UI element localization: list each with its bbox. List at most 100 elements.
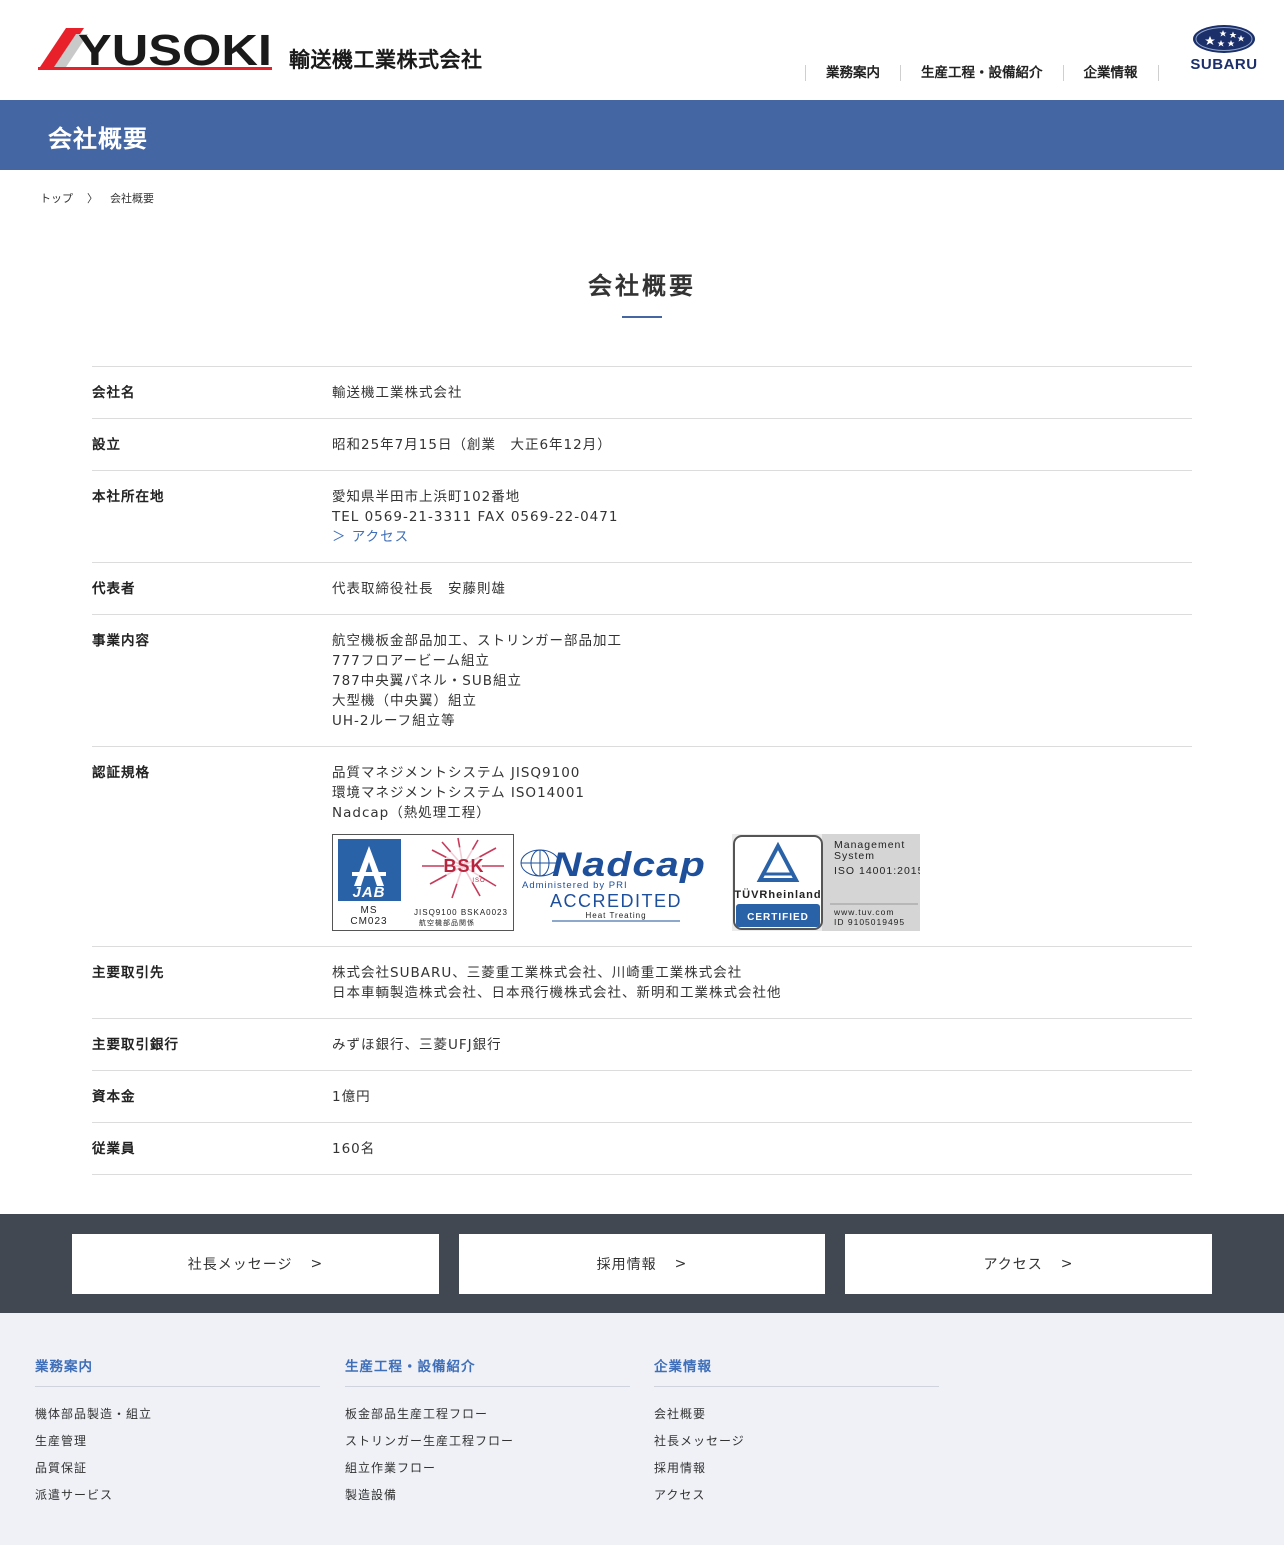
svg-text:JISQ9100 BSKA0023: JISQ9100 BSKA0023 [414,908,508,917]
footer-links: 機体部品製造・組立 生産管理 品質保証 派遣サービス [35,1401,320,1509]
value-line: Nadcap（熱処理工程） [332,805,491,821]
profile-row-company: 会社名 輸送機工業株式会社 [92,367,1192,419]
value-line: 代表取締役社長 安藤則雄 [332,581,506,597]
nadcap-accredited-logo: Nadcap Administered by PRI ACCREDITED He… [520,846,706,921]
access-button[interactable]: アクセス > [845,1234,1212,1294]
svg-text:ISO 14001:2015: ISO 14001:2015 [834,865,920,877]
value-line: みずほ銀行、三菱UFJ銀行 [332,1037,502,1053]
title-bar-heading: 会社概要 [48,125,148,153]
row-label: 会社名 [92,385,136,401]
footer-heading[interactable]: 業務案内 [35,1355,320,1387]
row-value: 品質マネジメントシステム JISQ9100 環境マネジメントシステム ISO14… [332,763,1192,931]
footer-link[interactable]: 組立作業フロー [345,1455,630,1482]
breadcrumb-current: 会社概要 [110,192,154,205]
company-name: 輸送機工業株式会社 [289,48,483,72]
svg-text:ACCREDITED: ACCREDITED [550,891,682,911]
svg-text:TÜVRheinland: TÜVRheinland [734,888,821,901]
nav-production[interactable]: 生産工程・設備紹介 [900,65,1063,81]
profile-row-established: 設立 昭和25年7月15日（創業 大正6年12月） [92,419,1192,471]
row-value: 昭和25年7月15日（創業 大正6年12月） [332,435,1192,455]
chevron-right-icon: > [310,1256,324,1272]
svg-text:Heat Treating: Heat Treating [585,911,646,920]
profile-row-employees: 従業員 160名 [92,1123,1192,1175]
value-line: 160名 [332,1141,376,1157]
logo-text: YUSOKI [78,26,272,72]
footer-link[interactable]: 品質保証 [35,1455,320,1482]
footer-links: 会社概要 社長メッセージ 採用情報 アクセス [654,1401,939,1509]
footer-link[interactable]: ストリンガー生産工程フロー [345,1428,630,1455]
value-line: 航空機板金部品加工、ストリンガー部品加工 [332,633,622,649]
message-button[interactable]: 社長メッセージ > [72,1234,439,1294]
footer-link[interactable]: 会社概要 [654,1401,939,1428]
jab-bsk-certification-logo: JAB MS CM023 BSK ISO JISQ9100 BSKA0023 航… [332,833,514,931]
footer-link[interactable]: 派遣サービス [35,1482,320,1509]
page-title: 会社概要 [588,272,696,300]
yusoki-logo[interactable]: YUSOKI [38,26,274,72]
global-nav: 業務案内 生産工程・設備紹介 企業情報 [805,63,1159,83]
certification-logos: JAB MS CM023 BSK ISO JISQ9100 BSKA0023 航… [332,833,1192,931]
site-header: YUSOKI 輸送機工業株式会社 業務案内 生産工程・設備紹介 企業情報 SUB… [0,0,1284,100]
recruit-button[interactable]: 採用情報 > [459,1234,825,1294]
value-line: 輸送機工業株式会社 [332,385,463,401]
subaru-wordmark: SUBARU [1190,56,1258,73]
heading-underline [622,316,662,318]
svg-text:航空機部品関係: 航空機部品関係 [419,918,475,927]
breadcrumb-home[interactable]: トップ [40,190,73,206]
svg-text:MS: MS [361,905,378,916]
footer-column-production: 生産工程・設備紹介 板金部品生産工程フロー ストリンガー生産工程フロー 組立作業… [345,1355,630,1509]
value-line: 日本車輌製造株式会社、日本飛行機株式会社、新明和工業株式会社他 [332,985,782,1001]
svg-text:BSK: BSK [443,856,484,876]
value-line: 環境マネジメントシステム ISO14001 [332,785,586,801]
footer-link[interactable]: 板金部品生産工程フロー [345,1401,630,1428]
related-links-band: 社長メッセージ > 採用情報 > アクセス > [0,1214,1284,1313]
breadcrumb: トップ 〉 会社概要 [40,190,154,206]
breadcrumb-chevron-icon: 〉 [87,192,98,205]
footer-link[interactable]: 製造設備 [345,1482,630,1509]
value-line: 大型機（中央翼）組立 [332,693,477,709]
footer-links: 板金部品生産工程フロー ストリンガー生産工程フロー 組立作業フロー 製造設備 [345,1401,630,1509]
access-link[interactable]: ＞ アクセス [332,527,1192,547]
value-line: 1億円 [332,1089,371,1105]
nav-business[interactable]: 業務案内 [805,65,900,81]
row-label: 事業内容 [92,633,150,649]
svg-text:ID 9105019495: ID 9105019495 [834,917,905,927]
profile-row-banks: 主要取引銀行 みずほ銀行、三菱UFJ銀行 [92,1019,1192,1071]
value-line: 昭和25年7月15日（創業 大正6年12月） [332,437,612,453]
svg-text:www.tuv.com: www.tuv.com [833,907,894,917]
row-label: 主要取引銀行 [92,1037,179,1053]
row-label: 本社所在地 [92,489,165,505]
footer-heading[interactable]: 生産工程・設備紹介 [345,1355,630,1387]
footer-heading[interactable]: 企業情報 [654,1355,939,1387]
row-value: 輸送機工業株式会社 [332,383,1192,403]
profile-row-business: 事業内容 航空機板金部品加工、ストリンガー部品加工 777フロアービーム組立 7… [92,615,1192,747]
footer-link[interactable]: アクセス [654,1482,939,1509]
row-label: 認証規格 [92,765,150,781]
profile-row-head-office: 本社所在地 愛知県半田市上浜町102番地 TEL 0569-21-3311 FA… [92,471,1192,563]
nav-corporate[interactable]: 企業情報 [1062,65,1159,81]
profile-row-capital: 資本金 1億円 [92,1071,1192,1123]
value-line: 777フロアービーム組立 [332,653,491,669]
button-label: アクセス [983,1257,1043,1273]
profile-row-clients: 主要取引先 株式会社SUBARU、三菱重工業株式会社、川崎重工業株式会社 日本車… [92,947,1192,1019]
row-value: みずほ銀行、三菱UFJ銀行 [332,1035,1192,1055]
footer-link[interactable]: 機体部品製造・組立 [35,1401,320,1428]
value-line: UH-2ルーフ組立等 [332,713,456,729]
row-value: 160名 [332,1139,1192,1159]
footer-link[interactable]: 社長メッセージ [654,1428,939,1455]
svg-text:ISO: ISO [472,878,485,884]
footer-column-corporate: 企業情報 会社概要 社長メッセージ 採用情報 アクセス [654,1355,939,1509]
address-line: 愛知県半田市上浜町102番地 [332,489,521,505]
button-label: 社長メッセージ [187,1257,293,1273]
value-line: 品質マネジメントシステム JISQ9100 [332,765,581,781]
row-label: 資本金 [92,1089,136,1105]
value-line: 787中央翼パネル・SUB組立 [332,673,522,689]
row-value: 代表取締役社長 安藤則雄 [332,579,1192,599]
value-line: 株式会社SUBARU、三菱重工業株式会社、川崎重工業株式会社 [332,965,743,981]
chevron-right-icon: > [1060,1256,1074,1272]
svg-text:Nadcap: Nadcap [552,846,706,884]
footer-link[interactable]: 採用情報 [654,1455,939,1482]
profile-row-representative: 代表者 代表取締役社長 安藤則雄 [92,563,1192,615]
footer-link[interactable]: 生産管理 [35,1428,320,1455]
company-profile-table: 会社名 輸送機工業株式会社 設立 昭和25年7月15日（創業 大正6年12月） … [92,366,1192,1175]
footer-column-business: 業務案内 機体部品製造・組立 生産管理 品質保証 派遣サービス [35,1355,320,1509]
